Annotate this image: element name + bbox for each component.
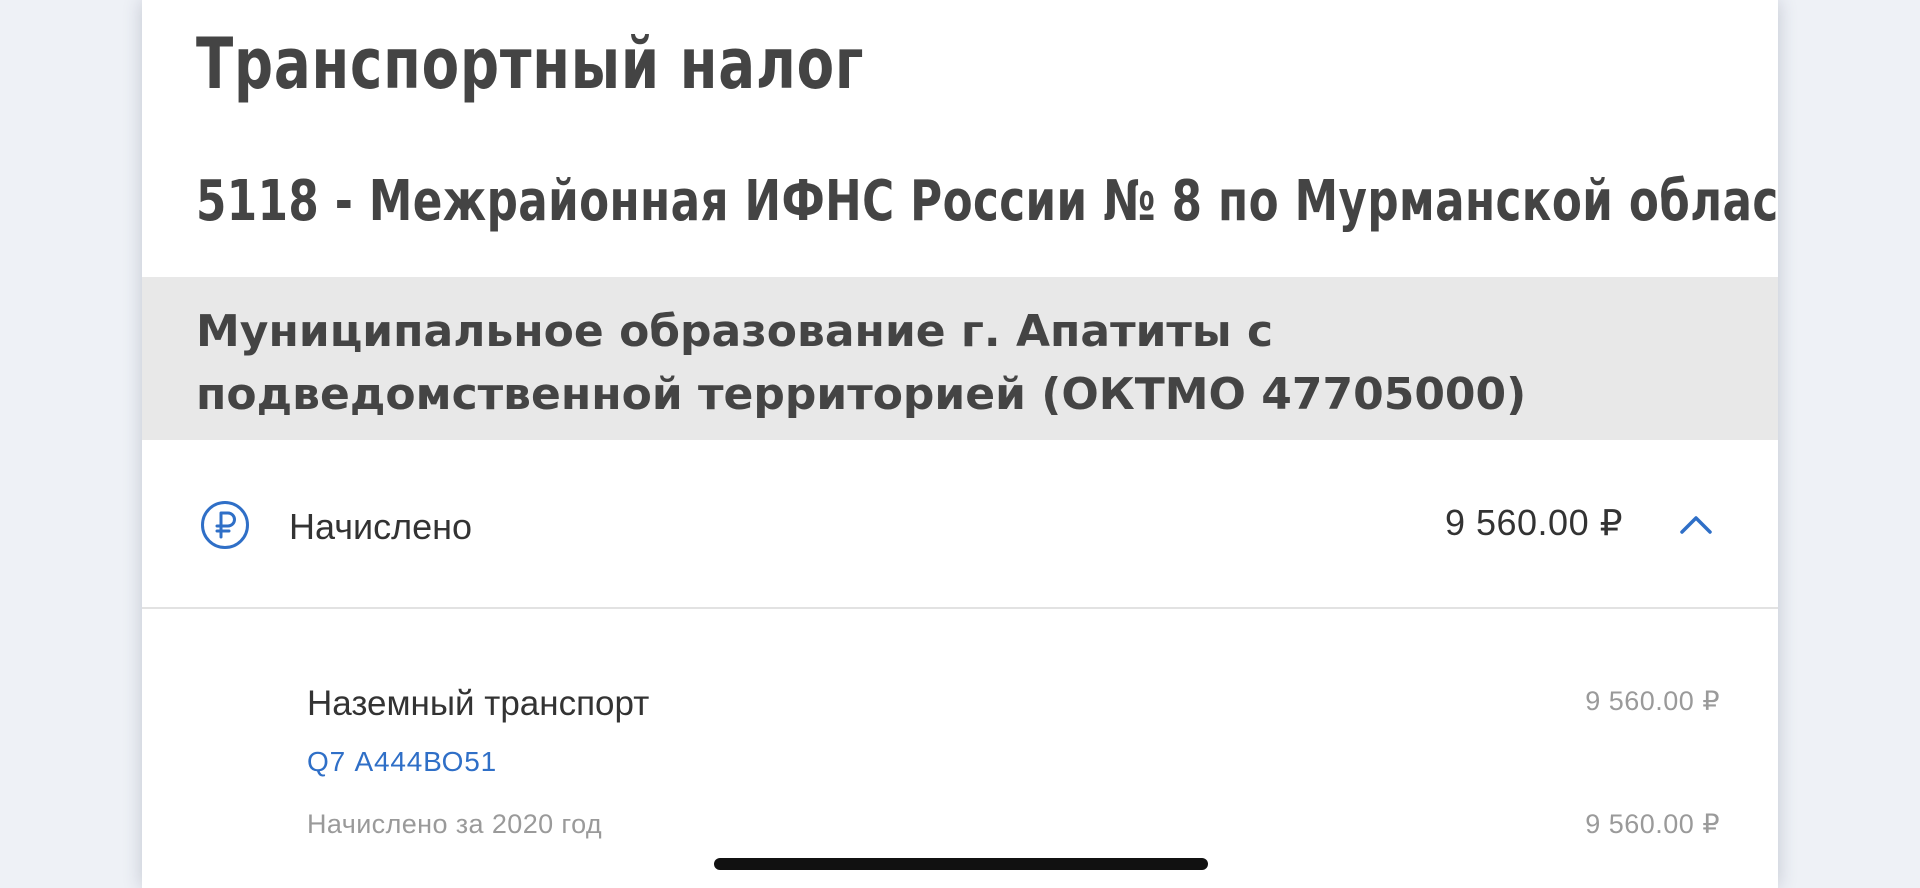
accrual-details: Наземный транспорт 9 560.00 ₽ Q7 А444ВО5… [142, 609, 1778, 888]
transport-category-amount: 9 560.00 ₽ [1585, 686, 1720, 716]
chevron-up-icon[interactable] [1676, 510, 1716, 540]
transport-category-label: Наземный транспорт [307, 684, 650, 723]
home-indicator[interactable] [714, 858, 1208, 870]
accrual-period-label: Начислено за 2020 год [307, 809, 603, 839]
page: Транспортный налог 5118 - Межрайонная ИФ… [0, 0, 1920, 888]
tax-card: Транспортный налог 5118 - Межрайонная ИФ… [142, 0, 1778, 888]
accrued-label: Начислено [289, 506, 473, 547]
tax-inspection-heading: 5118 - Межрайонная ИФНС России № 8 по Му… [196, 169, 1778, 234]
ruble-circle-icon [201, 501, 249, 549]
accrued-row[interactable]: Начислено 9 560.00 ₽ [142, 440, 1778, 609]
municipality-band: Муниципальное образование г. Апатиты с п… [142, 277, 1778, 440]
accrual-period-amount: 9 560.00 ₽ [1585, 809, 1720, 839]
accrued-amount: 9 560.00 ₽ [1444, 502, 1623, 543]
municipality-title: Муниципальное образование г. Апатиты с п… [196, 306, 1527, 420]
vehicle-link[interactable]: Q7 А444ВО51 [307, 743, 497, 781]
page-title: Транспортный налог [196, 23, 865, 105]
